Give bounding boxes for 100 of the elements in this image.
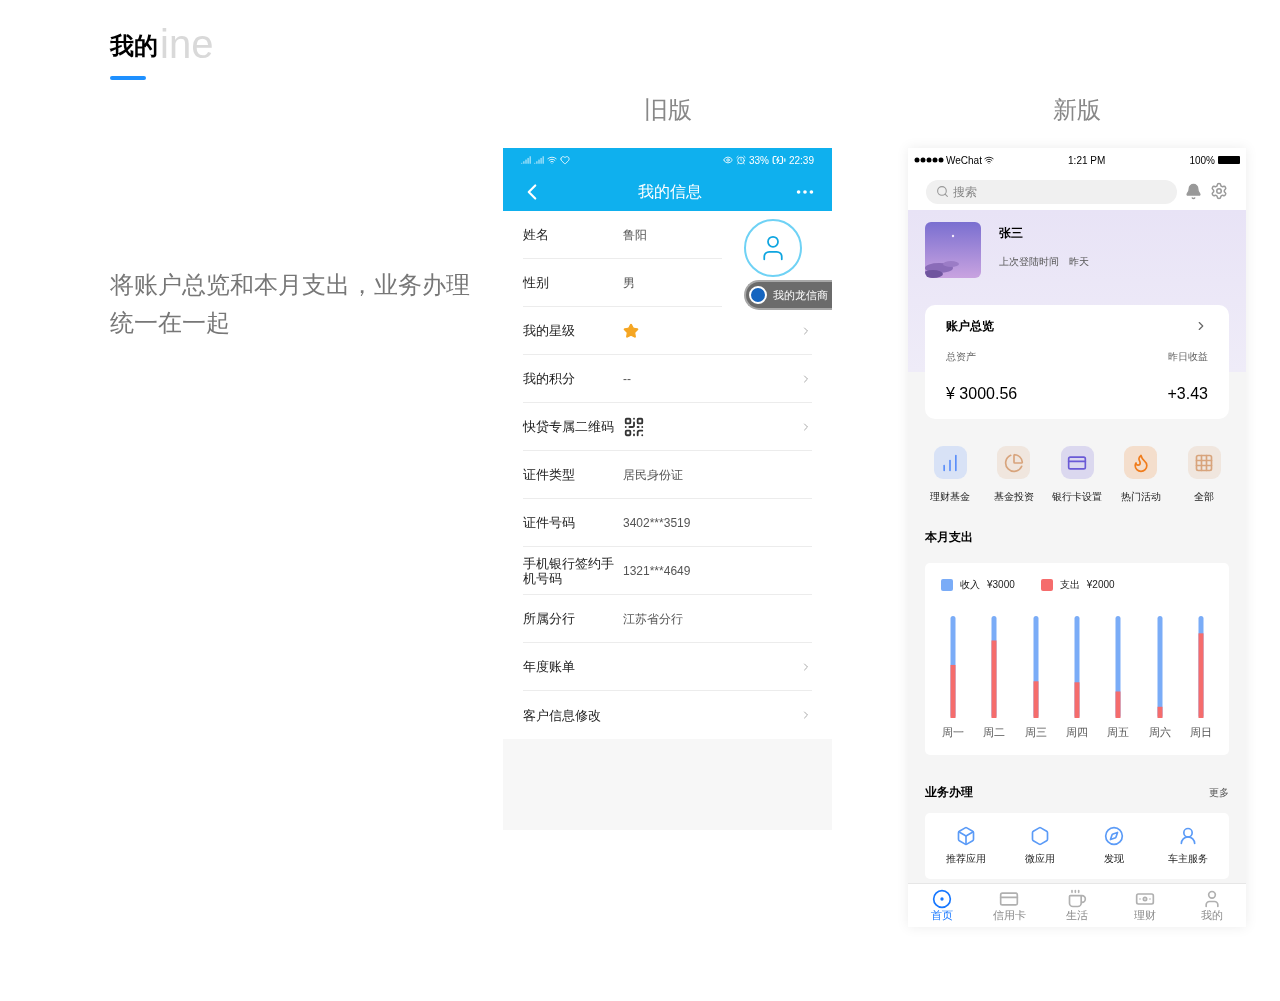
page-title: 我的: [110, 31, 158, 61]
row-label: 证件类型: [523, 467, 576, 482]
profile-badge[interactable]: 我的龙信商: [744, 280, 832, 310]
info-row[interactable]: 年度账单: [523, 643, 812, 691]
more-link[interactable]: 更多: [1209, 784, 1229, 800]
shortcut-item[interactable]: 全部: [1174, 446, 1234, 504]
service-item[interactable]: 发现: [1082, 826, 1146, 866]
legend-label: 支出: [1059, 578, 1080, 592]
row-label: 手机银行签约手机号码: [523, 555, 615, 586]
hexagon-icon: [1030, 826, 1050, 846]
wifi-icon: [547, 155, 557, 165]
shortcut-label: 理财基金: [930, 490, 970, 504]
day-label: 周二: [983, 725, 1006, 740]
search-icon: [936, 184, 949, 198]
shortcut-item[interactable]: 基金投资: [983, 446, 1044, 504]
service-item[interactable]: 推荐应用: [934, 826, 998, 866]
service-item[interactable]: 车主服务: [1156, 826, 1220, 866]
tab-item[interactable]: 理财: [1119, 889, 1170, 922]
total-assets-value: ¥ 3000.56: [946, 384, 1018, 404]
info-row[interactable]: 我的积分 --: [523, 355, 812, 403]
service-label: 推荐应用: [946, 852, 986, 866]
row-value: 江苏省分行: [623, 610, 683, 628]
search-field[interactable]: 搜索: [926, 179, 1177, 204]
shortcut-label: 全部: [1194, 490, 1214, 504]
legend-amount: ¥2000: [1086, 578, 1115, 592]
signal-icon: [534, 155, 544, 165]
legend-amount: ¥3000: [987, 578, 1015, 592]
tab-item[interactable]: 首页: [916, 889, 967, 922]
row-label: 年度账单: [523, 659, 576, 674]
version-label: 新版: [1053, 95, 1101, 125]
shortcut-item[interactable]: 理财基金: [920, 446, 980, 504]
shortcut-label: 基金投资: [993, 490, 1034, 504]
carrier-name: WeChat: [946, 153, 982, 168]
status-time: 1:21 PM: [1067, 153, 1107, 168]
row-value: 鲁阳: [623, 226, 647, 244]
service-label: 发现: [1104, 852, 1124, 866]
yesterday-earnings-label: 昨日收益: [1168, 350, 1208, 364]
info-row[interactable]: 客户信息修改: [523, 691, 812, 739]
row-value: 男: [623, 274, 635, 292]
service-label: 车主服务: [1168, 852, 1208, 866]
day-label: 周五: [1107, 725, 1130, 740]
shortcut-label: 银行卡设置: [1052, 490, 1102, 504]
row-label: 所属分行: [523, 611, 576, 626]
account-card[interactable]: 账户总览 总资产 昨日收益 ¥ 3000.56 +3.43: [925, 305, 1229, 419]
avatar[interactable]: [744, 219, 802, 277]
last-login-label: 上次登陆时间: [999, 255, 1059, 269]
person-icon: [1178, 826, 1198, 846]
tab-item[interactable]: 我的: [1187, 889, 1238, 922]
home-icon: [931, 889, 952, 909]
battery-level: 100%: [1189, 153, 1215, 168]
tab-item[interactable]: 生活: [1052, 889, 1102, 922]
shortcut-item[interactable]: 热门活动: [1110, 446, 1171, 504]
service-label: 微应用: [1025, 852, 1055, 866]
cube-icon: [956, 826, 976, 846]
battery-icon: [1218, 156, 1240, 164]
status-time: 22:39: [788, 153, 814, 168]
qr-code-icon[interactable]: [623, 415, 645, 438]
row-label: 我的星级: [523, 323, 576, 338]
screen-title: 我的信息: [636, 181, 703, 202]
signal-icon: [521, 155, 531, 165]
legend-label: 收入: [960, 578, 980, 592]
shortcut-item[interactable]: 银行卡设置: [1047, 446, 1107, 504]
user-name: 张三: [999, 225, 1024, 242]
row-label: 快贷专属二维码: [523, 419, 615, 434]
last-login-value: 昨天: [1069, 255, 1089, 269]
row-label: 我的积分: [523, 371, 576, 386]
row-value: 3402***3519: [623, 514, 691, 532]
compass-icon: [1104, 826, 1124, 846]
shortcut-label: 热门活动: [1120, 490, 1161, 504]
star-icon: [623, 322, 639, 339]
row-value: --: [623, 370, 631, 388]
row-label: 姓名: [523, 227, 550, 242]
eye-icon: [722, 155, 733, 165]
day-label: 周一: [942, 725, 964, 740]
cup-icon: [1067, 889, 1087, 909]
bell-icon[interactable]: [1185, 182, 1202, 200]
card-title: 账户总览: [946, 318, 994, 335]
day-label: 周六: [1148, 725, 1171, 740]
wifi-icon: [983, 155, 994, 165]
settings-icon[interactable]: [1210, 182, 1228, 200]
section-title: 本月支出: [925, 529, 974, 546]
alarm-icon: [735, 155, 746, 165]
service-item[interactable]: 微应用: [1008, 826, 1072, 866]
row-value: 居民身份证: [623, 466, 683, 484]
day-label: 周日: [1189, 725, 1212, 740]
credit-card-icon: [999, 889, 1020, 909]
row-label: 证件号码: [523, 515, 576, 530]
version-label: 旧版: [643, 95, 692, 125]
heart-icon: [560, 155, 570, 165]
row-label: 客户信息修改: [523, 707, 602, 723]
badge-logo-icon: [749, 286, 767, 304]
battery-icon: [771, 153, 786, 167]
day-label: 周四: [1066, 725, 1088, 740]
day-label: 周三: [1024, 725, 1047, 740]
title-underline: [110, 76, 146, 80]
signal-dots-icon: [914, 157, 944, 163]
row-value: 1321***4649: [623, 562, 691, 580]
info-row[interactable]: 快贷专属二维码: [523, 403, 812, 451]
tab-item[interactable]: 信用卡: [984, 889, 1035, 922]
row-label: 性别: [523, 275, 550, 290]
